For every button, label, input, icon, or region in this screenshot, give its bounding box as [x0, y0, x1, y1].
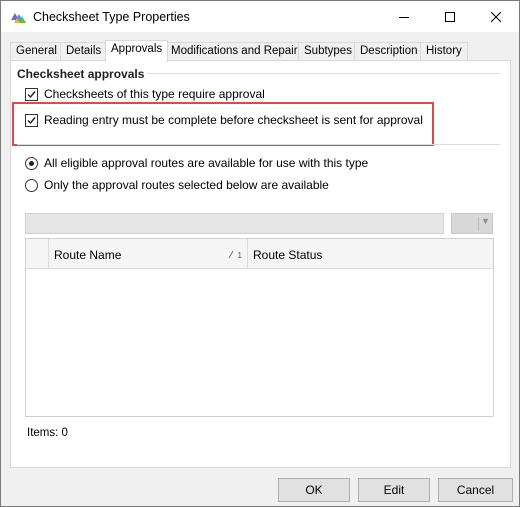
- button-divider: [478, 217, 479, 231]
- close-button[interactable]: [473, 1, 519, 32]
- ok-button[interactable]: OK: [278, 478, 350, 502]
- tab-subtypes[interactable]: Subtypes: [298, 42, 358, 60]
- row-selector-header[interactable]: [26, 239, 49, 269]
- require-approval-label: Checksheets of this type require approva…: [44, 87, 265, 101]
- column-route-status-label: Route Status: [253, 248, 323, 262]
- maximize-button[interactable]: [427, 1, 473, 32]
- app-icon: [9, 9, 27, 25]
- title-bar: Checksheet Type Properties: [1, 1, 519, 32]
- all-routes-label: All eligible approval routes are availab…: [44, 156, 369, 170]
- highlight-annotation: [12, 102, 434, 146]
- column-route-name-label: Route Name: [54, 248, 122, 262]
- selected-routes-option[interactable]: Only the approval routes selected below …: [25, 178, 329, 192]
- tab-general[interactable]: General: [10, 42, 63, 60]
- tab-details[interactable]: Details: [60, 42, 108, 60]
- column-route-status[interactable]: Route Status: [248, 239, 493, 269]
- all-routes-radio[interactable]: [25, 156, 38, 170]
- edit-button[interactable]: Edit: [358, 478, 430, 502]
- dialog-window: Checksheet Type Properties General Detai…: [0, 0, 520, 507]
- chevron-down-icon: ▼: [481, 216, 490, 226]
- cancel-button[interactable]: Cancel: [438, 478, 513, 502]
- require-approval-option[interactable]: Checksheets of this type require approva…: [25, 87, 265, 101]
- route-select-field: [25, 213, 444, 234]
- selected-routes-radio[interactable]: [25, 178, 38, 192]
- routes-table[interactable]: Route Name 1 Route Status: [25, 238, 494, 417]
- all-routes-option[interactable]: All eligible approval routes are availab…: [25, 156, 368, 170]
- group-divider: [17, 144, 500, 145]
- routes-table-header: Route Name 1 Route Status: [26, 239, 493, 269]
- minimize-button[interactable]: [381, 1, 427, 32]
- window-title: Checksheet Type Properties: [33, 10, 190, 24]
- approvals-group-title: Checksheet approvals: [17, 67, 148, 81]
- selected-routes-label: Only the approval routes selected below …: [44, 178, 329, 192]
- column-route-name[interactable]: Route Name 1: [49, 239, 248, 269]
- tab-modifications-and-repairs[interactable]: Modifications and Repairs: [165, 42, 310, 60]
- tab-approvals[interactable]: Approvals: [105, 40, 169, 62]
- checkmark-icon: [27, 90, 36, 98]
- require-approval-checkbox[interactable]: [25, 87, 38, 101]
- items-count: Items: 0: [27, 427, 68, 439]
- tab-history[interactable]: History: [420, 42, 468, 60]
- sort-order-number: 1: [237, 251, 242, 260]
- tab-description[interactable]: Description: [354, 42, 424, 60]
- sort-ascending-icon: 1: [228, 250, 242, 262]
- route-add-button: ▼: [451, 213, 493, 234]
